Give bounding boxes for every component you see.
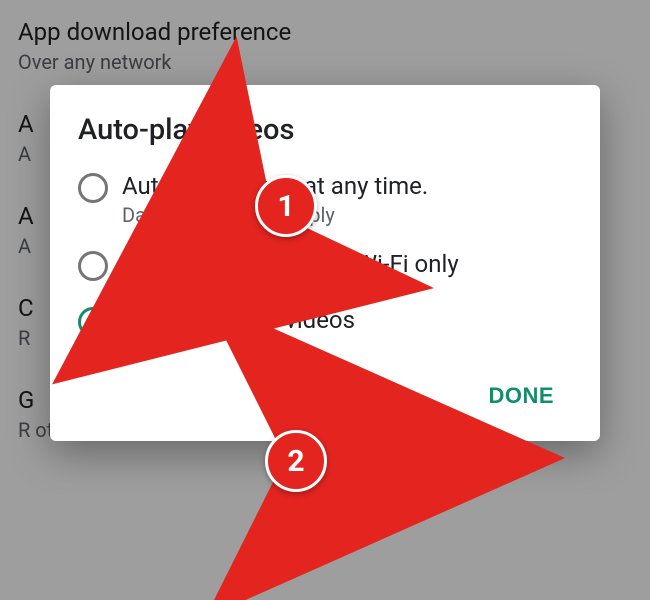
option-text: Auto-play videos at any time. Data charg… (122, 171, 428, 227)
option-wifi-only[interactable]: Auto-play videos over Wi-Fi only (78, 249, 572, 283)
option-label: Auto-play videos over Wi-Fi only (122, 249, 459, 279)
radio-icon (78, 251, 108, 281)
option-label: Auto-play videos at any time. (122, 171, 428, 201)
option-dont-autoplay[interactable]: Don't auto-play videos (78, 305, 572, 339)
radio-icon-selected (78, 307, 108, 337)
option-any-time[interactable]: Auto-play videos at any time. Data charg… (78, 171, 572, 227)
dialog-actions: DONE (78, 361, 572, 429)
autoplay-dialog: Auto-play videos Auto-play videos at any… (50, 85, 600, 441)
radio-icon (78, 173, 108, 203)
option-text: Auto-play videos over Wi-Fi only (122, 249, 459, 279)
option-label: Don't auto-play videos (122, 305, 355, 335)
option-sublabel: Data charges may apply (122, 203, 428, 227)
done-button[interactable]: DONE (474, 373, 568, 419)
dialog-title: Auto-play videos (78, 113, 572, 147)
option-text: Don't auto-play videos (122, 305, 355, 335)
